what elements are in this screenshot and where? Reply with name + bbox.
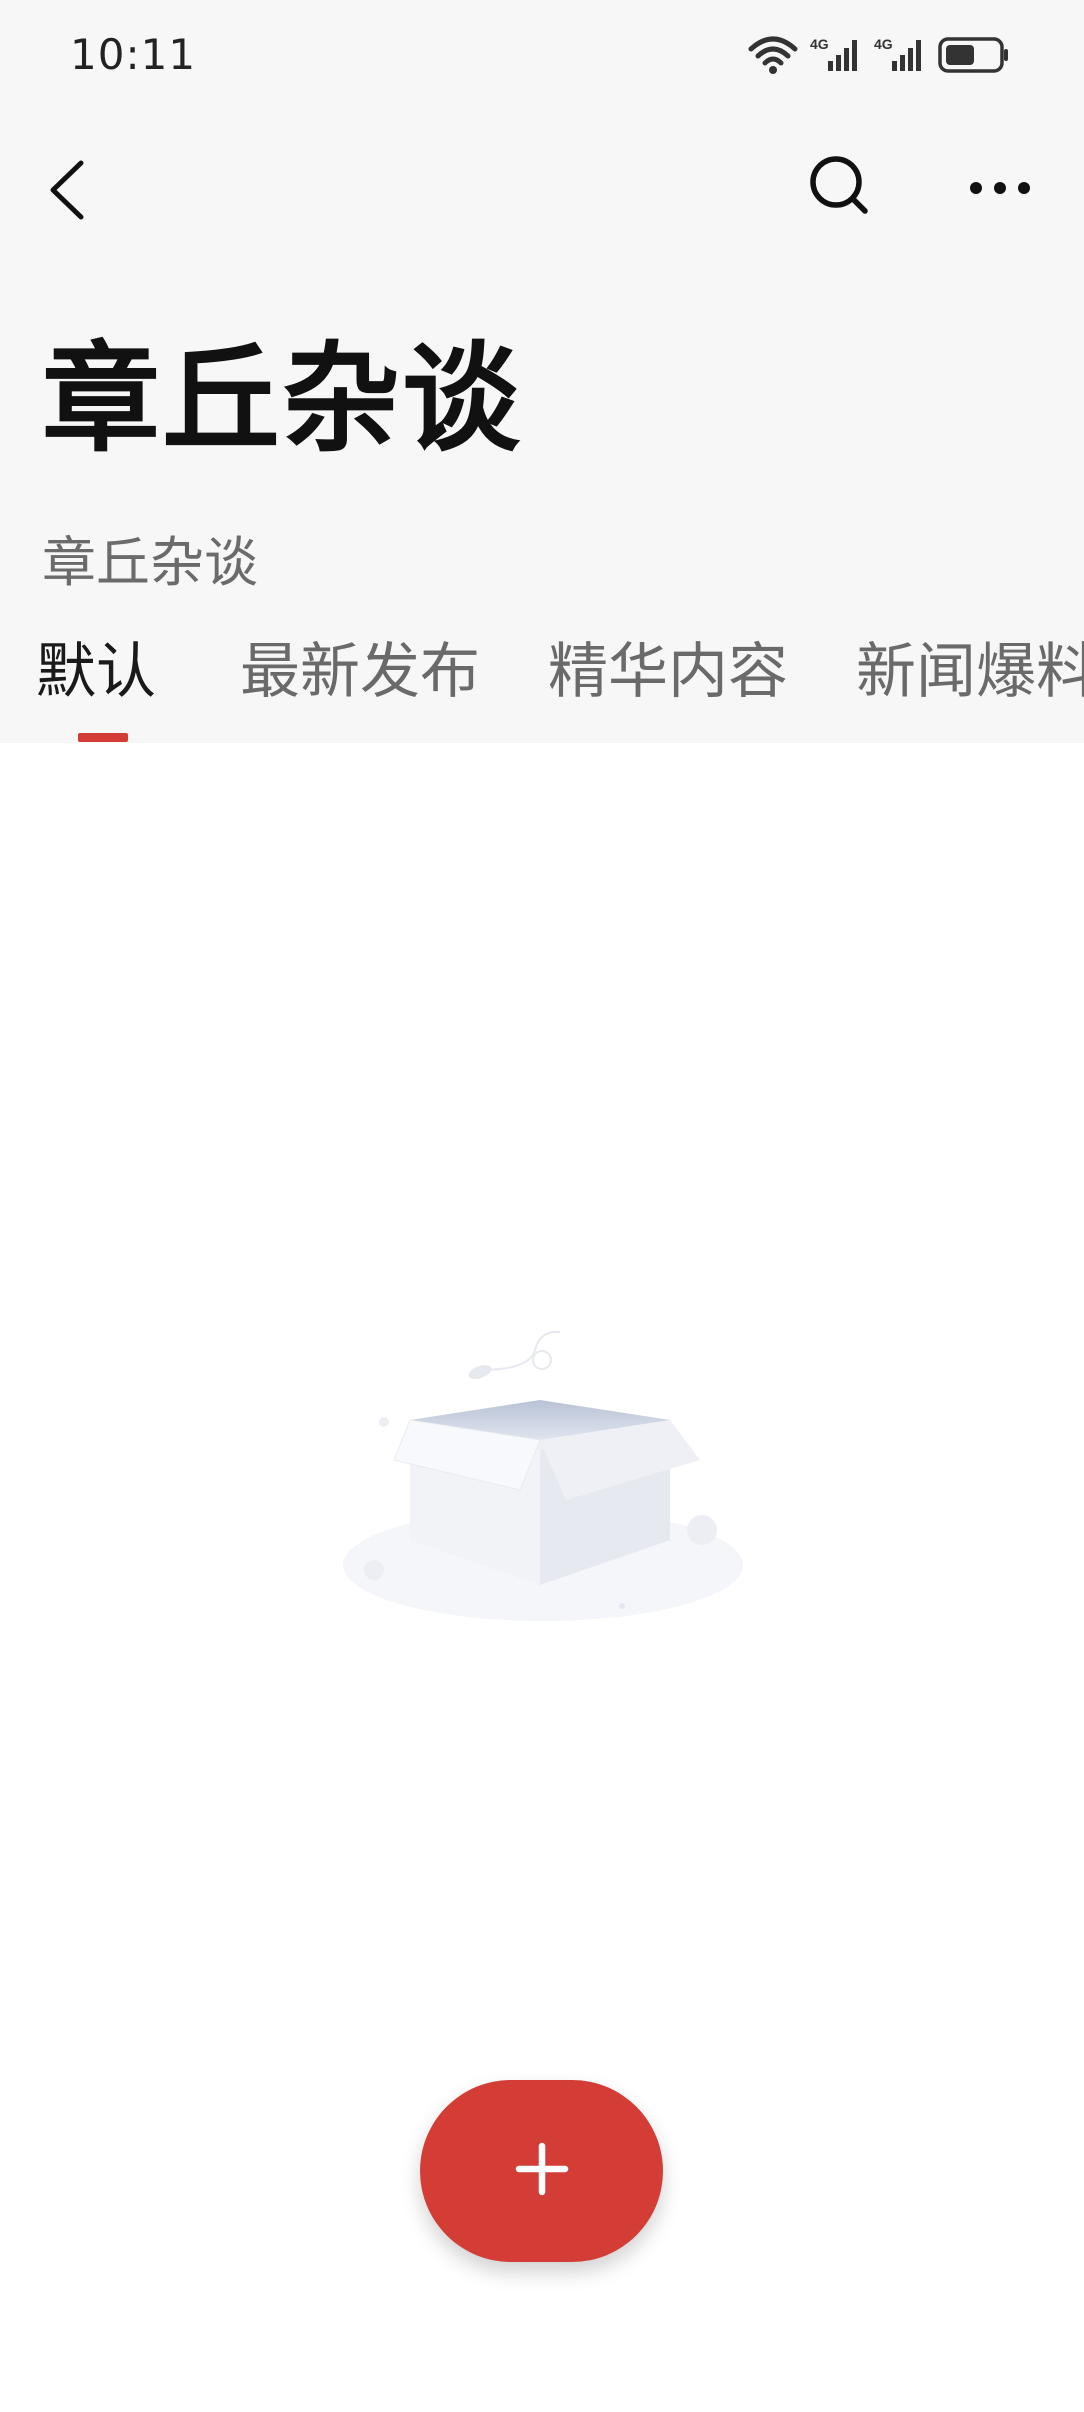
tab-featured[interactable]: 精华内容 — [548, 642, 788, 702]
empty-box-illustration — [330, 1310, 750, 1640]
network-label-1: 4G — [810, 36, 829, 52]
tab-bar: 默认 最新发布 精华内容 新闻爆料 — [0, 628, 1084, 743]
search-icon — [808, 154, 872, 222]
search-button[interactable] — [800, 148, 880, 228]
signal-4g-icon-2: 4G — [874, 35, 926, 75]
signal-4g-icon-1: 4G — [810, 35, 862, 75]
chevron-left-icon — [47, 159, 87, 225]
page-subtitle: 章丘杂谈 — [42, 531, 258, 594]
more-button[interactable] — [960, 150, 1040, 230]
plus-icon — [515, 2142, 569, 2200]
status-time: 10:11 — [70, 30, 197, 79]
battery-icon — [938, 35, 1010, 75]
wifi-icon — [748, 35, 798, 75]
back-button[interactable] — [34, 152, 100, 232]
tab-indicator — [78, 733, 128, 742]
more-horizontal-icon — [968, 178, 1032, 202]
page-title: 章丘杂谈 — [42, 330, 523, 468]
add-post-button[interactable] — [420, 2080, 663, 2262]
tab-default[interactable]: 默认 — [36, 642, 156, 702]
tab-latest[interactable]: 最新发布 — [240, 642, 480, 702]
status-icons: 4G 4G — [748, 30, 1010, 80]
network-label-2: 4G — [874, 36, 893, 52]
tab-news[interactable]: 新闻爆料 — [856, 642, 1084, 702]
